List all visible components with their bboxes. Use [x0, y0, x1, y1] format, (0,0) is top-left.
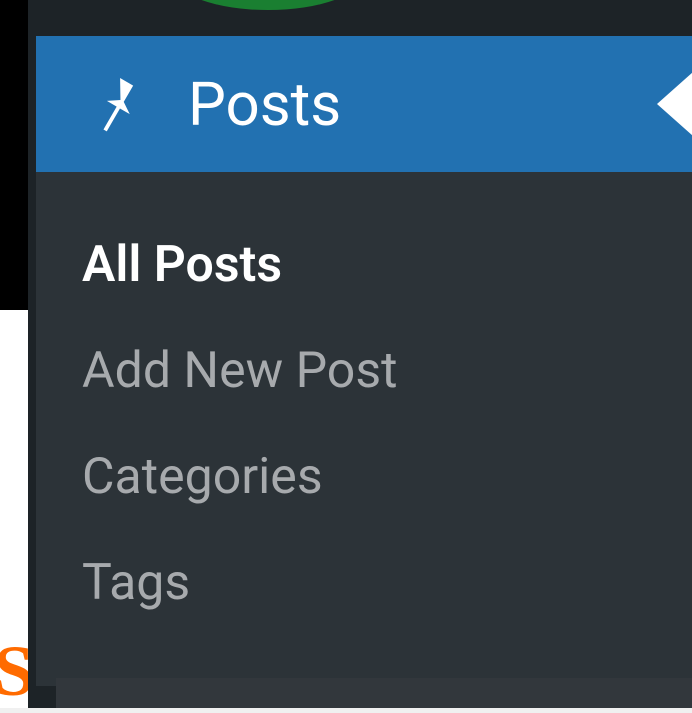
submenu-item-categories[interactable]: Categories: [36, 424, 692, 530]
submenu-item-tags[interactable]: Tags: [36, 530, 692, 636]
posts-submenu: All Posts Add New Post Categories Tags: [36, 172, 692, 686]
admin-sidebar: Posts All Posts Add New Post Categories …: [28, 0, 692, 708]
submenu-item-label: Tags: [82, 554, 190, 612]
sidebar-top-dark: [28, 0, 692, 36]
sidebar-item-posts-label: Posts: [188, 69, 341, 140]
submenu-item-label: Add New Post: [82, 342, 397, 400]
active-notch-icon: [657, 72, 692, 136]
pin-icon: [84, 72, 148, 136]
submenu-item-add-new-post[interactable]: Add New Post: [36, 318, 692, 424]
sidebar-bottom-strip: [56, 678, 692, 708]
sidebar-item-posts[interactable]: Posts: [36, 36, 692, 172]
submenu-item-label: All Posts: [82, 236, 282, 294]
submenu-item-label: Categories: [82, 448, 323, 506]
partial-green-shape: [173, 0, 363, 10]
submenu-item-all-posts[interactable]: All Posts: [36, 212, 692, 318]
left-black-strip: [0, 0, 28, 310]
